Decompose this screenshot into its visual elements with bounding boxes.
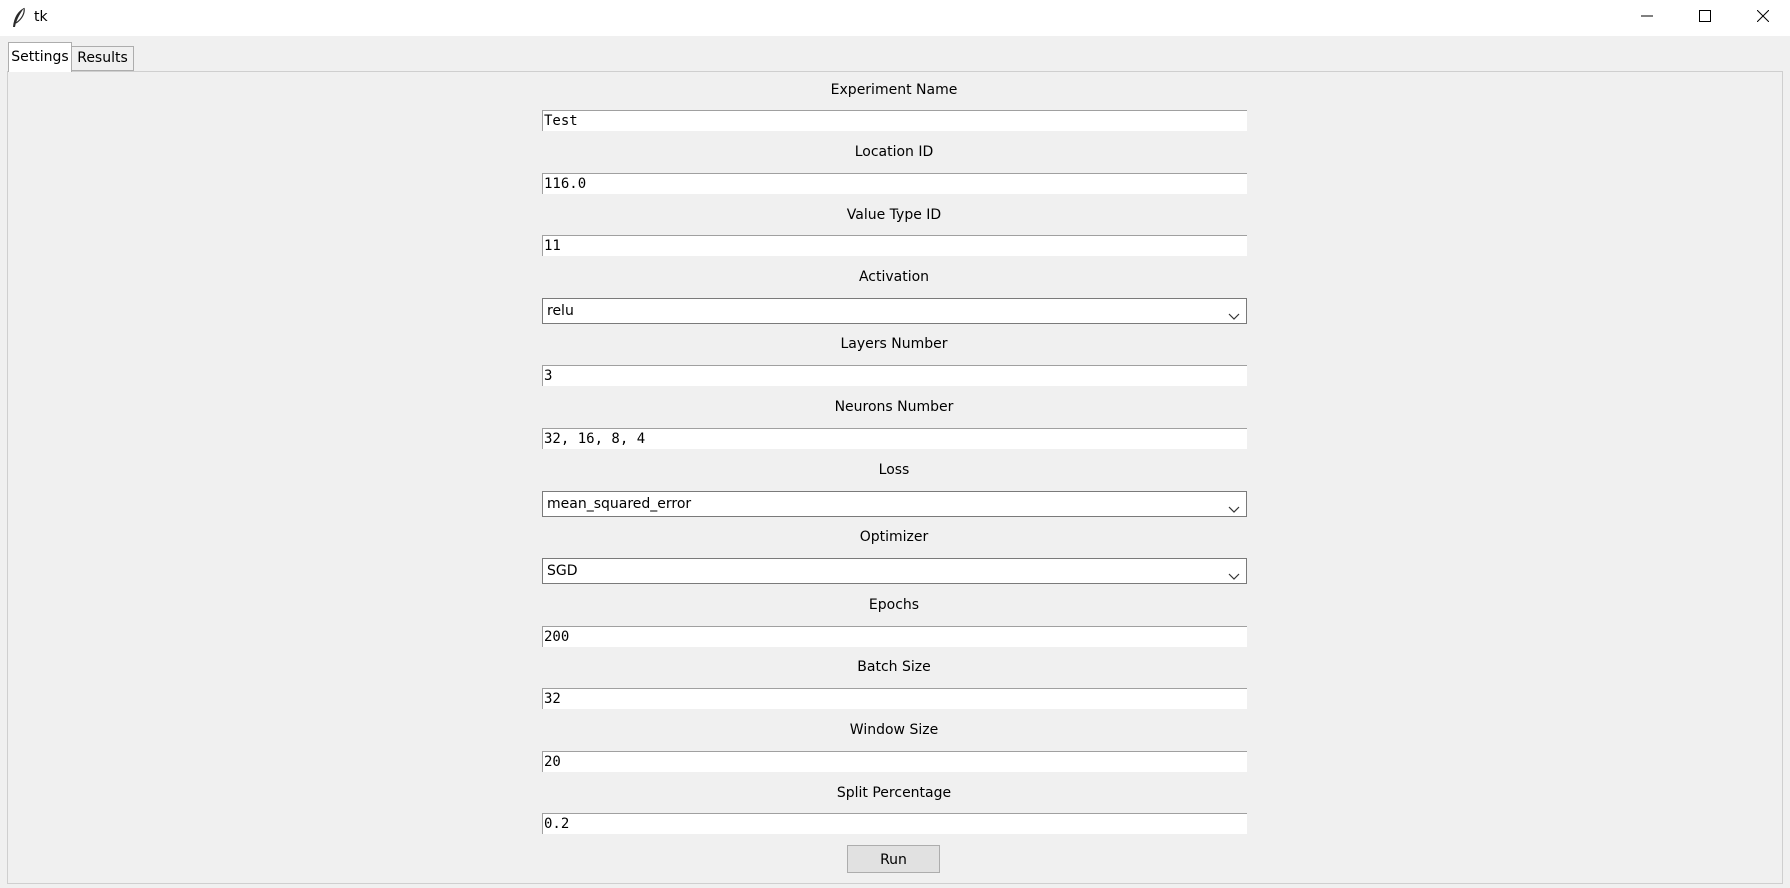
- loss-label: Loss: [878, 462, 910, 478]
- title-bar[interactable]: tk: [0, 0, 1790, 36]
- window-size-label: Window Size: [849, 722, 939, 738]
- optimizer-value: SGD: [547, 563, 578, 579]
- epochs-input[interactable]: [542, 626, 1247, 647]
- neurons-number-label: Neurons Number: [834, 399, 954, 415]
- value-type-id-label: Value Type ID: [846, 207, 942, 223]
- window-title: tk: [34, 9, 48, 25]
- loss-value: mean_squared_error: [547, 496, 692, 512]
- maximize-icon: [1699, 10, 1711, 26]
- run-button[interactable]: Run: [847, 845, 940, 873]
- epochs-label: Epochs: [868, 597, 920, 613]
- split-percentage-input[interactable]: [542, 813, 1247, 834]
- value-type-id-input[interactable]: [542, 235, 1247, 256]
- app-window: tk Settings Results Experiment Name Loca…: [0, 0, 1790, 888]
- close-icon: [1756, 9, 1770, 26]
- activation-label: Activation: [858, 269, 930, 285]
- maximize-button[interactable]: [1676, 0, 1734, 36]
- chevron-down-icon[interactable]: [1228, 499, 1240, 513]
- activation-dropdown[interactable]: relu: [542, 298, 1247, 324]
- chevron-down-icon[interactable]: [1228, 306, 1240, 320]
- experiment-name-input[interactable]: [542, 110, 1247, 131]
- close-button[interactable]: [1734, 0, 1790, 36]
- layers-number-input[interactable]: [542, 365, 1247, 386]
- feather-icon: [10, 7, 28, 29]
- optimizer-dropdown[interactable]: SGD: [542, 558, 1247, 584]
- neurons-number-input[interactable]: [542, 428, 1247, 449]
- batch-size-input[interactable]: [542, 688, 1247, 709]
- batch-size-label: Batch Size: [857, 659, 931, 675]
- optimizer-label: Optimizer: [859, 529, 929, 545]
- tab-results[interactable]: Results: [72, 46, 134, 71]
- tab-settings[interactable]: Settings: [8, 42, 72, 72]
- activation-value: relu: [547, 303, 574, 319]
- split-percentage-label: Split Percentage: [836, 785, 952, 801]
- experiment-name-label: Experiment Name: [830, 82, 958, 98]
- minimize-button[interactable]: [1618, 0, 1676, 36]
- window-size-input[interactable]: [542, 751, 1247, 772]
- minimize-icon: [1641, 10, 1653, 26]
- layers-number-label: Layers Number: [840, 336, 948, 352]
- location-id-label: Location ID: [854, 144, 934, 160]
- location-id-input[interactable]: [542, 173, 1247, 194]
- chevron-down-icon[interactable]: [1228, 566, 1240, 580]
- loss-dropdown[interactable]: mean_squared_error: [542, 491, 1247, 517]
